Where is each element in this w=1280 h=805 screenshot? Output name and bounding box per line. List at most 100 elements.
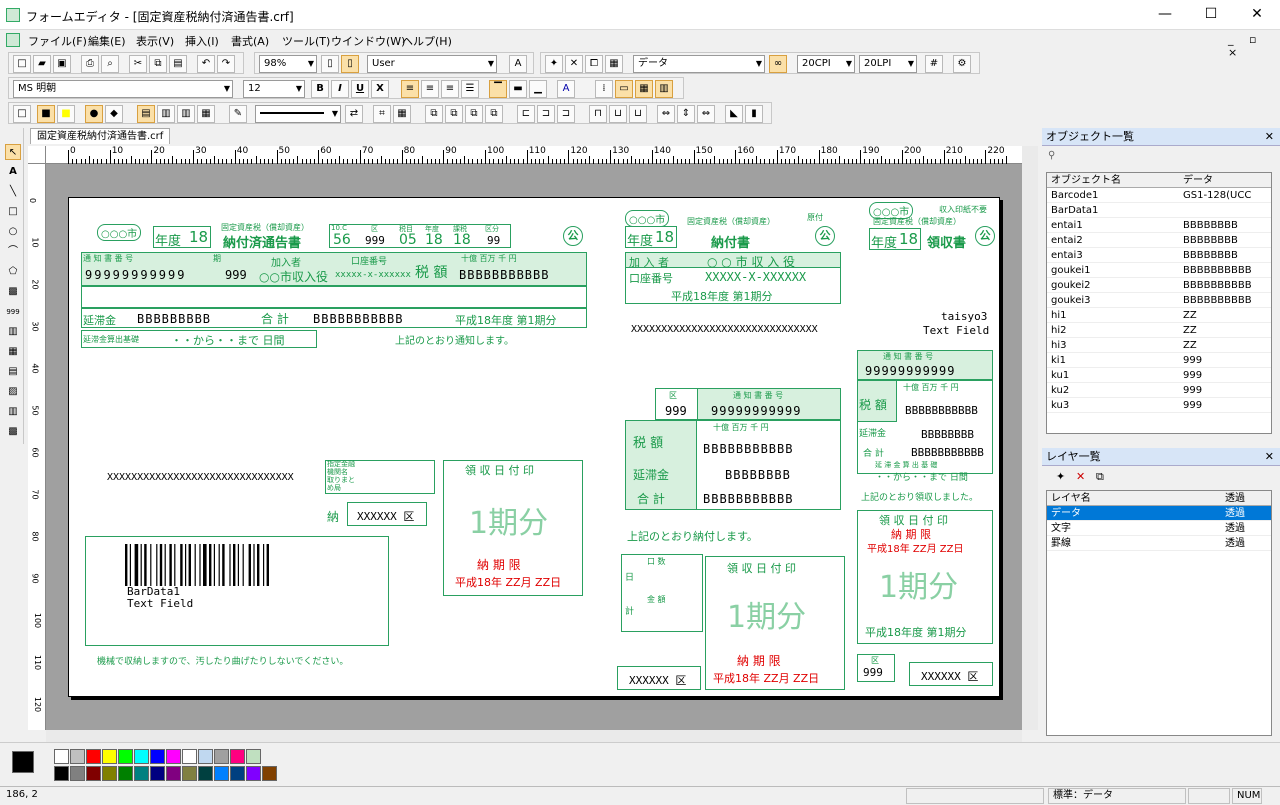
object-row[interactable]: ku2 999 bbox=[1047, 383, 1271, 398]
menu-insert[interactable]: 挿入(I) bbox=[185, 33, 219, 49]
color-swatch[interactable] bbox=[246, 766, 261, 781]
color-swatch[interactable] bbox=[230, 749, 245, 764]
tag-icon[interactable]: ◣ bbox=[725, 105, 743, 123]
object-row[interactable]: entai1 BBBBBBBB bbox=[1047, 218, 1271, 233]
color-swatch[interactable] bbox=[166, 749, 181, 764]
object-row[interactable]: ki1 999 bbox=[1047, 353, 1271, 368]
color-swatch[interactable] bbox=[102, 766, 117, 781]
align-left-icon[interactable]: ≡ bbox=[401, 80, 419, 98]
line-style-select[interactable] bbox=[255, 105, 341, 123]
menu-tools[interactable]: ツール(T) bbox=[282, 33, 330, 49]
bold-button[interactable]: B bbox=[311, 80, 329, 98]
menu-window[interactable]: ウインドウ(W) bbox=[331, 33, 405, 49]
text-tool-icon[interactable]: A bbox=[5, 164, 21, 180]
vlines2-icon[interactable]: ▥ bbox=[177, 105, 195, 123]
hatch-icon[interactable]: ▤ bbox=[137, 105, 155, 123]
layer-add-icon[interactable]: ✦ bbox=[1056, 470, 1065, 483]
object-row[interactable]: ku1 999 bbox=[1047, 368, 1271, 383]
align-obj-icon-5[interactable]: ⊔ bbox=[609, 105, 627, 123]
menu-file[interactable]: ファイル(F) bbox=[28, 33, 87, 49]
align-obj-icon-1[interactable]: ⊏ bbox=[517, 105, 535, 123]
color-swatch[interactable] bbox=[182, 766, 197, 781]
properties-icon[interactable]: ▦ bbox=[605, 55, 623, 73]
cut-icon[interactable]: ✂ bbox=[129, 55, 147, 73]
color-swatch[interactable] bbox=[150, 749, 165, 764]
save-icon[interactable]: ▣ bbox=[53, 55, 71, 73]
minimize-button[interactable]: — bbox=[1142, 0, 1188, 30]
font-color-icon[interactable]: A bbox=[557, 80, 575, 98]
object-row[interactable]: goukei3 BBBBBBBBBB bbox=[1047, 293, 1271, 308]
column-icon[interactable]: ▥ bbox=[655, 80, 673, 98]
menu-view[interactable]: 表示(V) bbox=[136, 33, 174, 49]
color-swatch[interactable] bbox=[70, 749, 85, 764]
rect-border-icon[interactable]: □ bbox=[13, 105, 31, 123]
barcode-tool-icon[interactable]: ▥ bbox=[5, 324, 21, 340]
color-swatch[interactable] bbox=[214, 766, 229, 781]
new-icon[interactable]: □ bbox=[13, 55, 31, 73]
object-row[interactable]: entai2 BBBBBBBB bbox=[1047, 233, 1271, 248]
layer-row[interactable]: 文字 透過 bbox=[1047, 521, 1271, 536]
line-tool-icon[interactable]: ╲ bbox=[5, 184, 21, 200]
align-right-icon[interactable]: ≡ bbox=[441, 80, 459, 98]
group-icon[interactable]: ⧠ bbox=[585, 55, 603, 73]
layers-grid[interactable]: レイヤ名 透過 データ 透過 文字 透過 罫線 透過 bbox=[1046, 490, 1272, 736]
object-row[interactable]: ku3 999 bbox=[1047, 398, 1271, 413]
vlines-icon[interactable]: ▥ bbox=[157, 105, 175, 123]
text-field-icon[interactable]: A bbox=[509, 55, 527, 73]
align-obj-icon-6[interactable]: ⊔ bbox=[629, 105, 647, 123]
maximize-button[interactable]: ☐ bbox=[1188, 0, 1234, 30]
color-swatch[interactable] bbox=[86, 749, 101, 764]
color-swatch[interactable] bbox=[246, 749, 261, 764]
menu-edit[interactable]: 編集(E) bbox=[88, 33, 126, 49]
align-obj-icon-4[interactable]: ⊓ bbox=[589, 105, 607, 123]
color-swatch[interactable] bbox=[230, 766, 245, 781]
print-preview-icon[interactable]: ⌕ bbox=[101, 55, 119, 73]
color-swatch[interactable] bbox=[54, 766, 69, 781]
underline-button[interactable]: U bbox=[351, 80, 369, 98]
color-swatch[interactable] bbox=[166, 766, 181, 781]
close-button[interactable]: ✕ bbox=[1234, 0, 1280, 30]
rect-tool-icon[interactable]: □ bbox=[5, 204, 21, 220]
list-tool-icon[interactable]: ▤ bbox=[5, 364, 21, 380]
document-tab[interactable]: 固定資産税納付済通告書.crf bbox=[30, 128, 171, 144]
object-row[interactable]: entai3 BBBBBBBB bbox=[1047, 248, 1271, 263]
italic-button[interactable]: I bbox=[331, 80, 349, 98]
zoom-select[interactable]: 98% bbox=[259, 55, 317, 73]
fg-color[interactable] bbox=[12, 751, 34, 773]
color-swatch[interactable] bbox=[102, 749, 117, 764]
align-obj-icon-3[interactable]: ⊐ bbox=[557, 105, 575, 123]
copy-icon[interactable]: ⧉ bbox=[149, 55, 167, 73]
dots-icon[interactable]: ⁞ bbox=[595, 80, 613, 98]
color-swatch[interactable] bbox=[182, 749, 197, 764]
doc-icon[interactable] bbox=[6, 33, 20, 47]
object-row[interactable]: BarData1 bbox=[1047, 203, 1271, 218]
color-swatch[interactable] bbox=[214, 749, 229, 764]
horizontal-scrollbar[interactable] bbox=[46, 730, 1022, 742]
strike-button[interactable]: X bbox=[371, 80, 389, 98]
object-row[interactable]: hi1 ZZ bbox=[1047, 308, 1271, 323]
fill-color-icon[interactable]: ■ bbox=[57, 105, 75, 123]
align-justify-icon[interactable]: ☰ bbox=[461, 80, 479, 98]
field-icon[interactable]: ▭ bbox=[615, 80, 633, 98]
page-view-icon[interactable]: ▯ bbox=[341, 55, 359, 73]
pen-icon[interactable]: ✎ bbox=[229, 105, 247, 123]
layer-delete-icon[interactable]: ✕ bbox=[1076, 470, 1085, 483]
color-swatch[interactable] bbox=[150, 766, 165, 781]
new-object-icon[interactable]: ✦ bbox=[545, 55, 563, 73]
table-field-icon[interactable]: ▦ bbox=[635, 80, 653, 98]
color-swatch[interactable] bbox=[134, 766, 149, 781]
color-swatch[interactable] bbox=[262, 766, 277, 781]
link-icon[interactable]: ∞ bbox=[769, 55, 787, 73]
lpi-select[interactable]: 20LPI bbox=[859, 55, 917, 73]
color-swatch[interactable] bbox=[86, 766, 101, 781]
delete-object-icon[interactable]: ✕ bbox=[565, 55, 583, 73]
image-tool-icon[interactable]: ▩ bbox=[5, 284, 21, 300]
barcode2-tool-icon[interactable]: ▥ bbox=[5, 404, 21, 420]
object-row[interactable]: hi3 ZZ bbox=[1047, 338, 1271, 353]
open-icon[interactable]: ▰ bbox=[33, 55, 51, 73]
undo-icon[interactable]: ↶ bbox=[197, 55, 215, 73]
valign-middle-icon[interactable]: ▬ bbox=[509, 80, 527, 98]
order-icon-2[interactable]: ⧉ bbox=[445, 105, 463, 123]
menu-format[interactable]: 書式(A) bbox=[231, 33, 269, 49]
object-row[interactable]: goukei1 BBBBBBBBBB bbox=[1047, 263, 1271, 278]
